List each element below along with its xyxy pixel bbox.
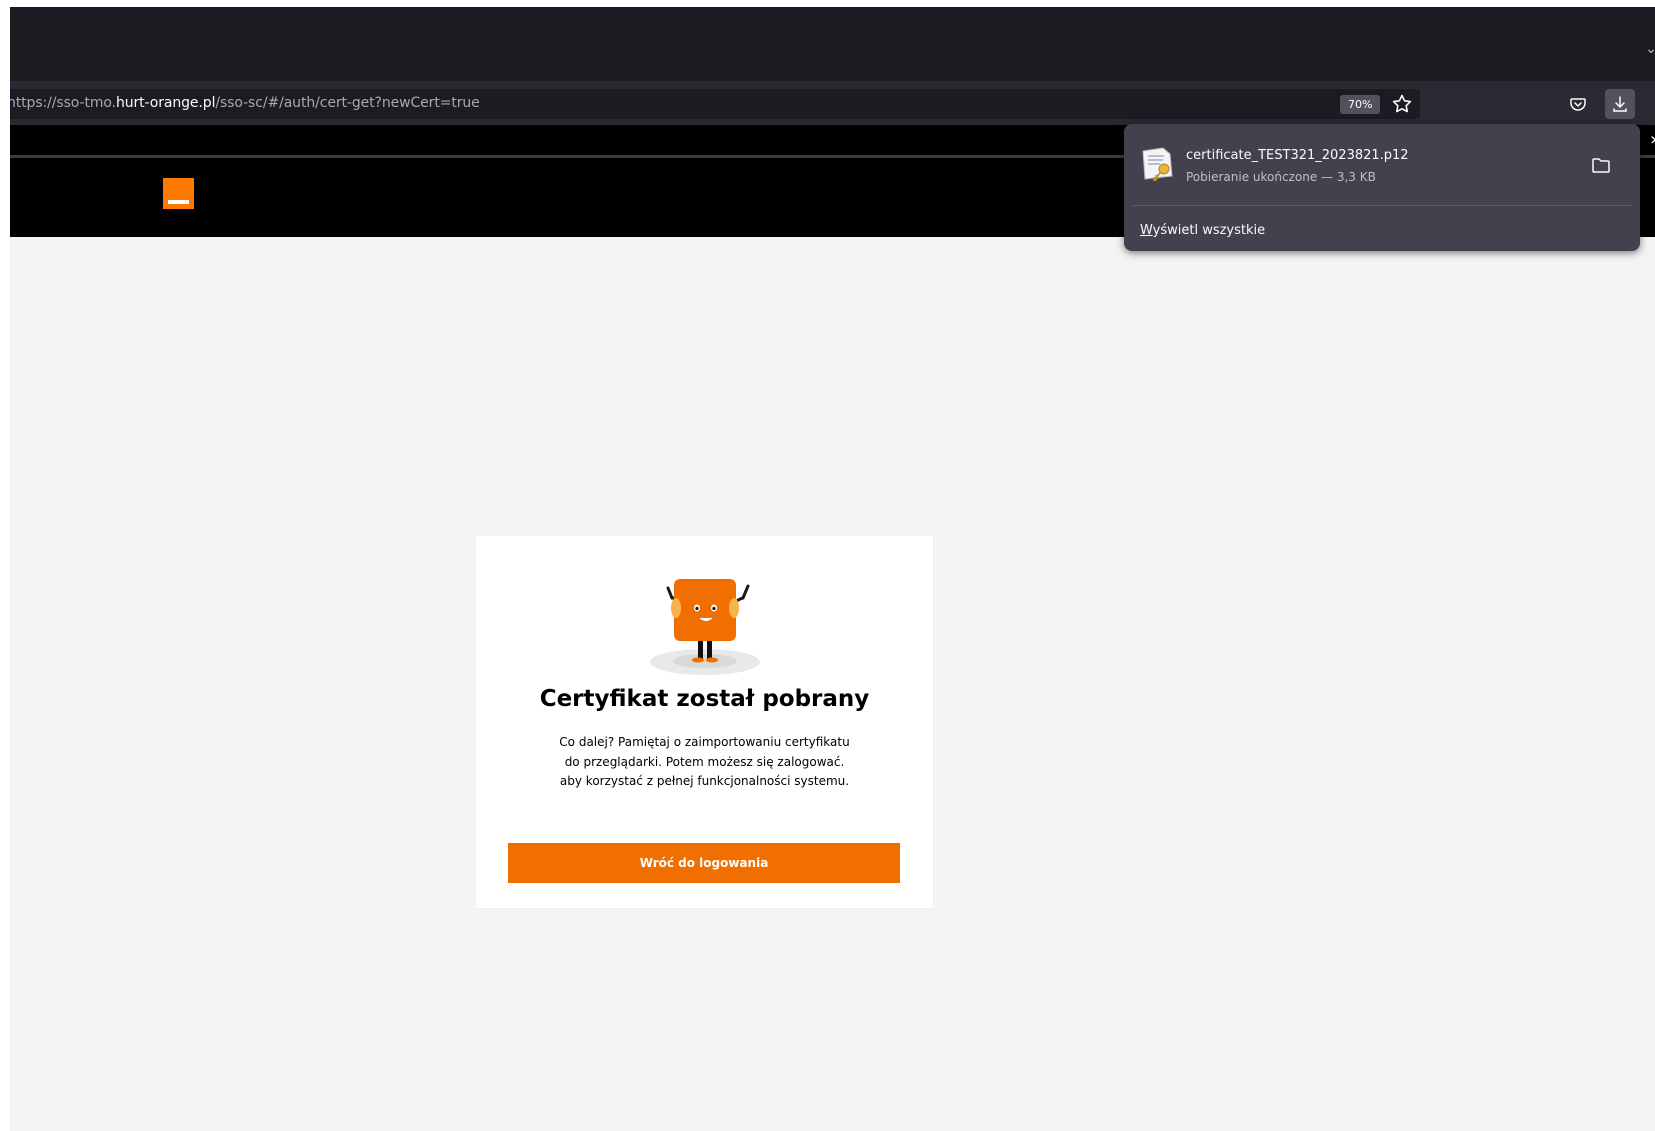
orange-logo[interactable] [163, 178, 194, 209]
show-all-downloads-link[interactable]: Wyświetl wszystkie [1140, 223, 1265, 238]
browser-window: ⌄ nttps://sso-tmo.hurt-orange.pl/sso-sc/… [10, 7, 1655, 1131]
url-host: hurt-orange.pl [115, 95, 216, 111]
pocket-icon[interactable] [1563, 89, 1593, 119]
nav-toolbar: nttps://sso-tmo.hurt-orange.pl/sso-sc/#/… [10, 81, 1655, 125]
tab-strip: ⌄ [10, 7, 1655, 81]
certificate-file-icon[interactable] [1138, 144, 1176, 182]
url-text[interactable]: nttps://sso-tmo.hurt-orange.pl/sso-sc/#/… [10, 95, 480, 111]
chevron-down-icon[interactable]: ⌄ [1645, 41, 1655, 57]
description-line: do przeglądarki. Potem możesz się zalogo… [564, 754, 845, 769]
address-bar[interactable]: nttps://sso-tmo.hurt-orange.pl/sso-sc/#/… [10, 89, 1420, 119]
download-status: Pobieranie ukończone — 3,3 KB [1186, 170, 1376, 184]
description-line: Co dalej? Pamiętaj o zaimportowaniu cert… [559, 735, 850, 749]
description: Co dalej? Pamiętaj o zaimportowaniu cert… [476, 733, 933, 792]
downloads-panel: certificate_TEST321_2023821.p12 Pobieran… [1124, 124, 1640, 251]
mascot-illustration [650, 579, 760, 675]
url-path: /sso-sc/#/auth/cert-get?newCert=true [215, 95, 480, 111]
page-title: Certyfikat został pobrany [539, 686, 870, 712]
certificate-card: Certyfikat został pobrany Co dalej? Pami… [476, 536, 933, 908]
downloads-divider [1132, 205, 1632, 206]
description-line: aby korzystać z pełnej funkcjonalności s… [559, 774, 850, 788]
bookmark-star-icon[interactable] [1390, 92, 1414, 116]
download-file-name[interactable]: certificate_TEST321_2023821.p12 [1186, 148, 1409, 163]
menu-icon[interactable]: ⋮ [1646, 89, 1655, 119]
download-icon [1613, 96, 1627, 112]
folder-icon[interactable] [1590, 154, 1612, 176]
bookmarks-overflow-icon[interactable]: » [1650, 129, 1655, 150]
zoom-indicator[interactable]: 70% [1340, 95, 1381, 114]
downloads-button[interactable] [1605, 89, 1635, 119]
back-to-login-button[interactable]: Wróć do logowania [508, 843, 900, 883]
url-prefix: nttps://sso-tmo. [10, 95, 116, 111]
